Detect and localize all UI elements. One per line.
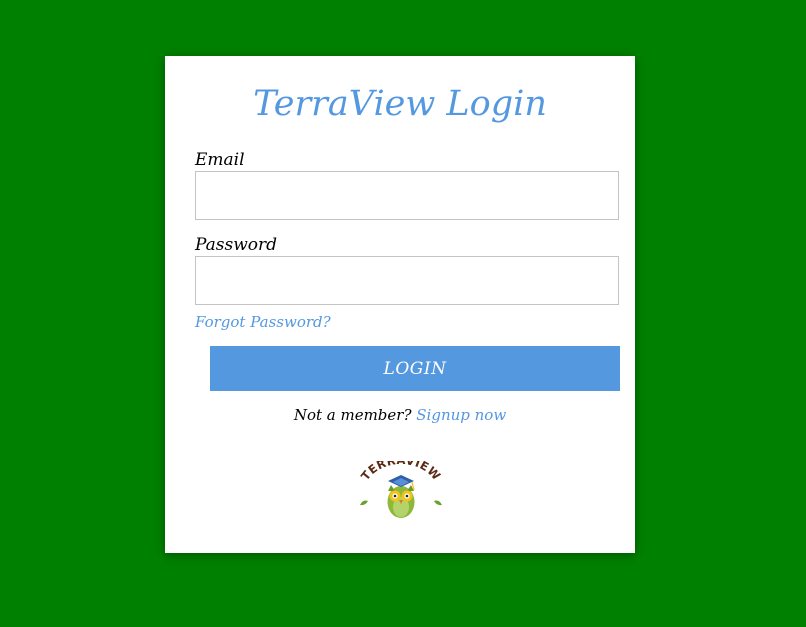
- email-label: Email: [195, 150, 245, 170]
- login-button[interactable]: LOGIN: [210, 346, 620, 391]
- signup-prompt: Not a member? Signup now: [165, 405, 635, 425]
- password-label: Password: [195, 235, 278, 255]
- signup-link[interactable]: Signup now: [416, 406, 506, 424]
- email-field[interactable]: [195, 171, 619, 220]
- login-card: TerraView Login Email Password Forgot Pa…: [165, 56, 635, 553]
- not-member-text: Not a member?: [293, 406, 412, 424]
- forgot-password-link[interactable]: Forgot Password?: [195, 312, 331, 332]
- password-field[interactable]: [195, 256, 619, 305]
- terraview-logo: TERRAVIEW: [354, 453, 448, 523]
- owl-icon: TERRAVIEW: [358, 453, 443, 518]
- page-title: TerraView Login: [253, 84, 547, 124]
